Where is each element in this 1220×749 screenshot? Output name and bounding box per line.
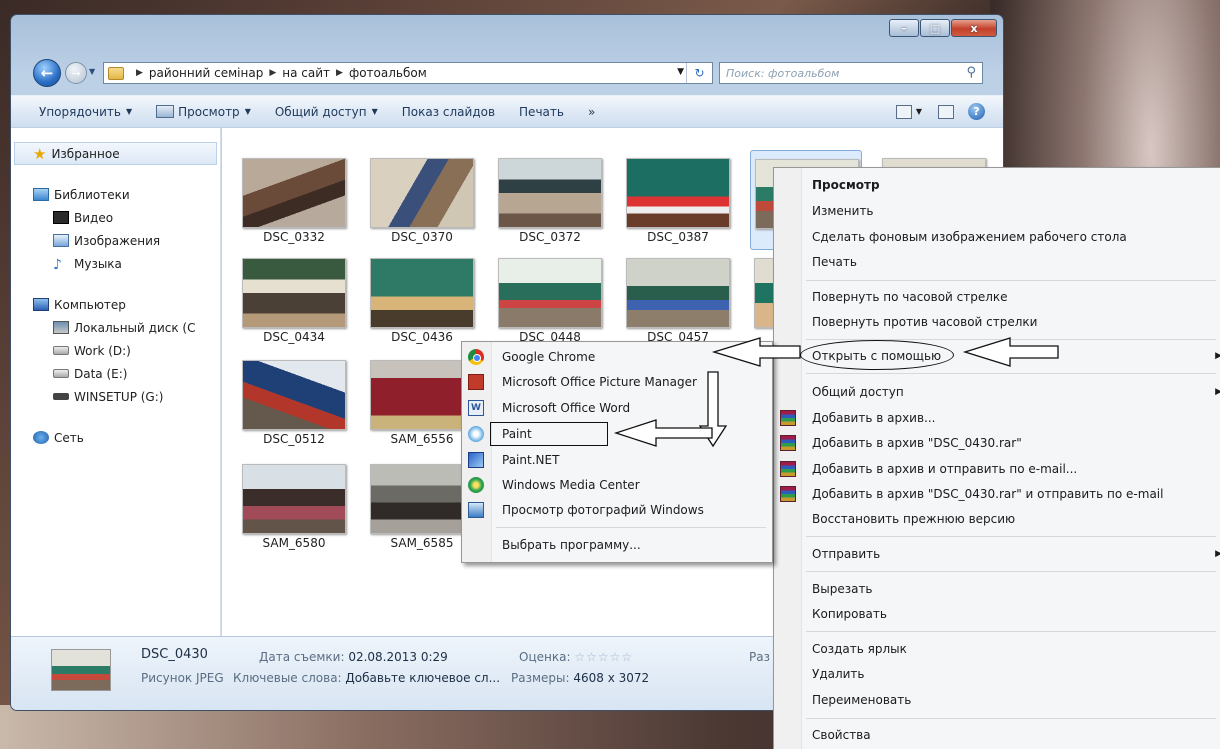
arrow-to-chrome [711,337,801,367]
arrow-to-paint [613,419,713,447]
arrow-to-open-with [962,337,1059,367]
annotation-arrows [613,337,1059,448]
